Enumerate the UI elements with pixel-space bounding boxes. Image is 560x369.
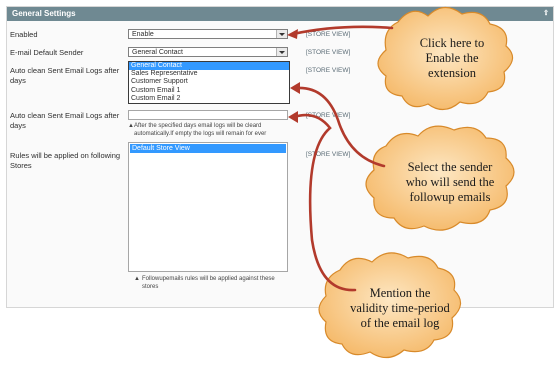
callout-enable-text: Click here to Enable the extension bbox=[419, 36, 485, 80]
callout-sender-text: Select the sender who will send the foll… bbox=[405, 160, 495, 204]
arrowhead-icon bbox=[288, 111, 298, 123]
callout-validity-text: Mention the validity time-period of the … bbox=[350, 286, 450, 330]
arrow-to-enabled bbox=[291, 25, 394, 36]
arrowhead-icon bbox=[287, 29, 298, 39]
arrow-to-sender bbox=[294, 86, 386, 168]
arrowhead-icon bbox=[290, 82, 300, 94]
